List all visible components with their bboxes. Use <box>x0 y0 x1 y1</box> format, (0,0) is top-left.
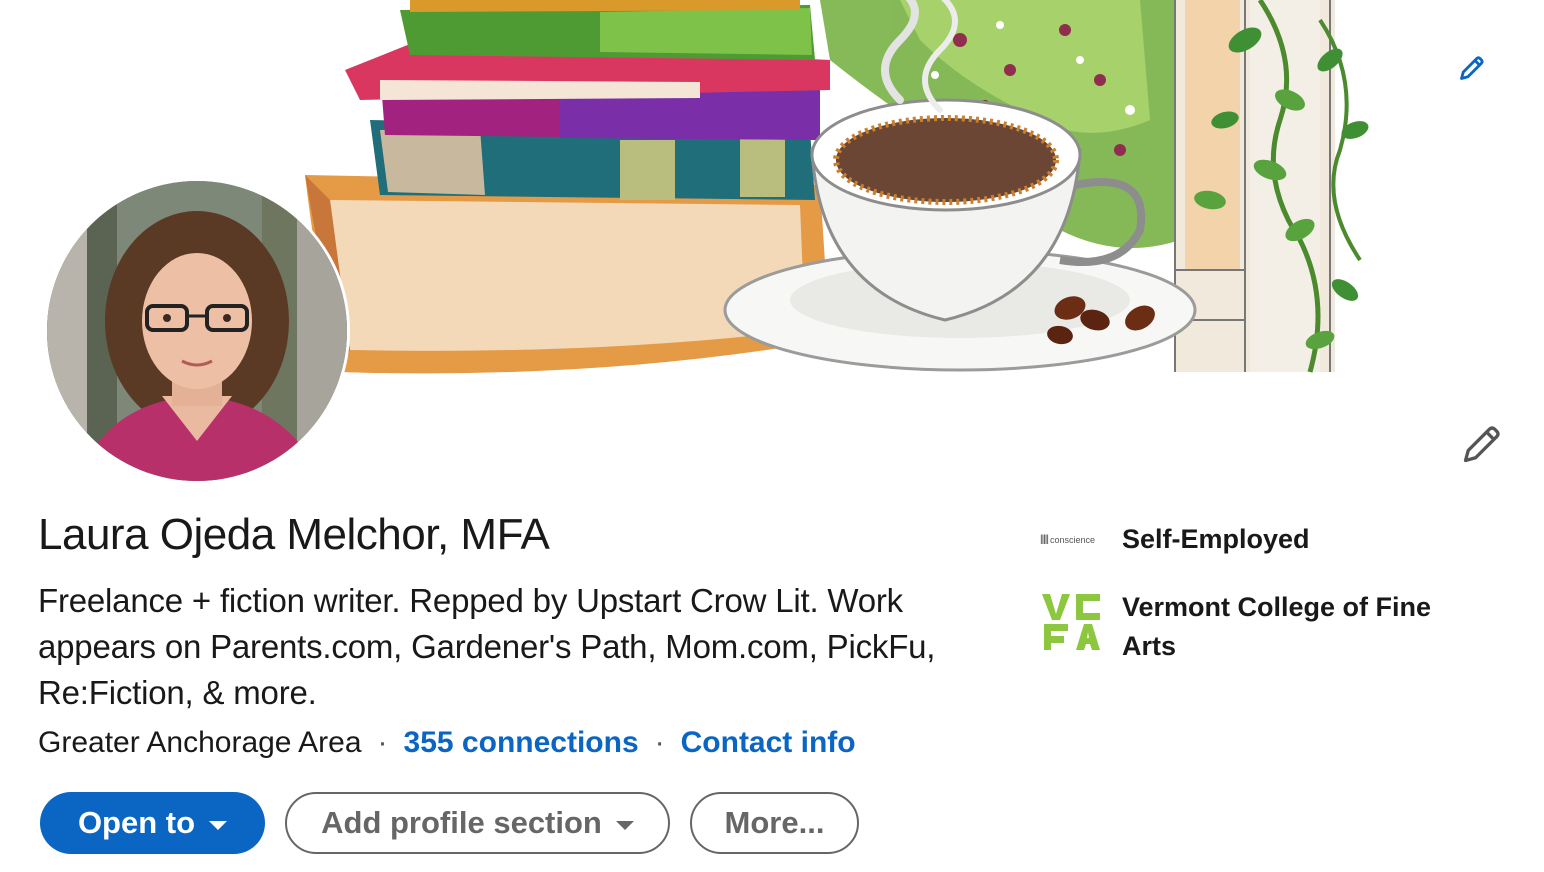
intro-edit-button[interactable] <box>1456 418 1508 470</box>
more-label: More... <box>724 805 825 840</box>
contact-info-link[interactable]: Contact info <box>681 726 856 760</box>
vcfa-logo-mark <box>1042 594 1100 650</box>
experience-item-self-employed[interactable]: ||||| conscience Self-Employed <box>1040 520 1482 559</box>
profile-photo[interactable] <box>44 178 350 484</box>
avatar-image <box>47 181 347 481</box>
caret-down-icon <box>615 820 634 830</box>
add-profile-section-button[interactable]: Add profile section <box>285 792 670 854</box>
conscience-logo-text: conscience <box>1050 534 1096 545</box>
vcfa-logo <box>1040 588 1106 654</box>
conscience-logo: ||||| conscience <box>1040 520 1106 559</box>
caret-down-icon <box>209 820 228 830</box>
more-button[interactable]: More... <box>690 792 859 854</box>
education-item-vcfa[interactable]: Vermont College of Fine Arts <box>1040 588 1482 666</box>
experience-label[interactable]: Self-Employed <box>1122 520 1482 559</box>
add-profile-section-label: Add profile section <box>321 805 602 840</box>
location-text: Greater Anchorage Area <box>38 726 362 759</box>
profile-name: Laura Ojeda Melchor, MFA <box>38 510 550 559</box>
pencil-icon <box>1463 426 1500 463</box>
open-to-button[interactable]: Open to <box>40 792 265 854</box>
pencil-icon <box>1460 56 1484 80</box>
separator-dot: · <box>377 726 388 759</box>
separator-dot: · <box>654 726 665 759</box>
connections-link[interactable]: 355 connections <box>404 726 639 760</box>
open-to-label: Open to <box>77 805 196 840</box>
soundwave-icon: ||||| <box>1040 534 1049 545</box>
education-label[interactable]: Vermont College of Fine Arts <box>1122 588 1482 666</box>
profile-headline: Freelance + fiction writer. Repped by Up… <box>38 582 936 711</box>
banner-edit-button[interactable] <box>1452 48 1492 88</box>
profile-meta-row: Greater Anchorage Area · 355 connections… <box>38 726 856 760</box>
profile-top-card: Laura Ojeda Melchor, MFA Freelance + fic… <box>0 0 1544 872</box>
